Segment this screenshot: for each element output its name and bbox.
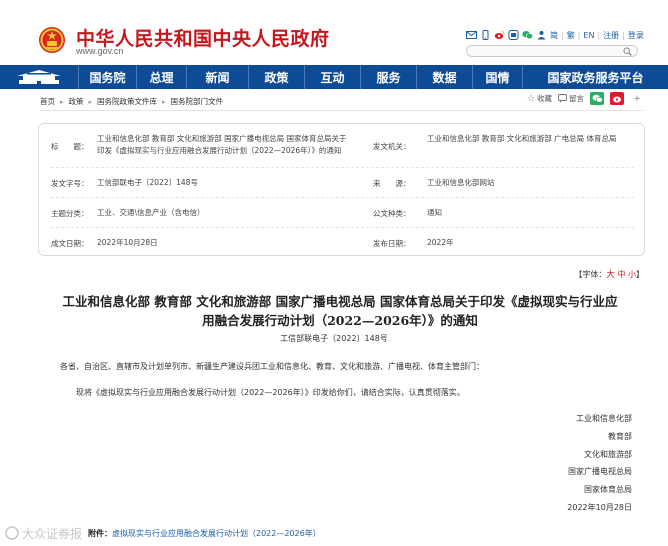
font-size-end: 】	[636, 270, 644, 279]
docno-label: 发文字号：	[51, 179, 89, 188]
separator: |	[597, 30, 601, 40]
watermark-text: 大众证券报	[22, 526, 82, 541]
nav-state-council[interactable]: 国务院	[78, 65, 136, 89]
info-row-title: 标 题： 工业和信息化部 教育部 文化和旅游部 国家广播电视总局 国家体育总局关…	[51, 124, 634, 168]
doctype-label: 公文种类：	[373, 209, 411, 218]
search-icon[interactable]	[623, 47, 632, 56]
article-doc-number: 工信部联电子〔2022〕148号	[280, 334, 388, 343]
nav-news[interactable]: 新闻	[186, 65, 248, 89]
breadcrumb-policy-library[interactable]: 国务院政策文件库	[97, 96, 157, 107]
search-input[interactable]	[473, 46, 613, 56]
info-row-topic: 主题分类： 工业、交通\信息产业（含电信） 公文种类： 通知	[51, 198, 634, 228]
comment-icon	[558, 94, 567, 103]
nav-national-conditions[interactable]: 国情	[472, 65, 522, 89]
plus-icon: +	[633, 93, 641, 104]
top-links: 简 | 繁 | EN | 注册 | 登录	[466, 28, 644, 42]
doctype-value: 通知	[427, 208, 442, 217]
separator: |	[561, 30, 564, 40]
article-title: 工业和信息化部 教育部 文化和旅游部 国家广播电视总局 国家体育总局关于印发《虚…	[62, 294, 618, 328]
published-date-label: 发布日期：	[373, 239, 411, 248]
simplified-link[interactable]: 简	[550, 30, 558, 41]
info-row-docno: 发文字号： 工信部联电子〔2022〕148号 来 源： 工业和信息化部网站	[51, 168, 634, 198]
search-box	[466, 45, 638, 57]
document-info-panel: 标 题： 工业和信息化部 教育部 文化和旅游部 国家广播电视总局 国家体育总局关…	[38, 123, 645, 256]
weibo-icon[interactable]	[494, 30, 505, 40]
divider	[40, 110, 643, 111]
breadcrumb: 首页 ▸ 政策 ▸ 国务院政策文件库 ▸ 国务院部门文件	[40, 96, 223, 107]
tiananmen-icon	[17, 70, 61, 84]
national-emblem-icon	[39, 27, 65, 53]
font-size-control: 【字体：大 中 小】	[574, 268, 644, 280]
issuer-label: 发文机关：	[373, 142, 411, 151]
breadcrumb-arrow-icon: ▸	[60, 97, 64, 106]
signature-mct: 文化和旅游部	[584, 450, 632, 459]
nav-interaction[interactable]: 互动	[304, 65, 360, 89]
signature-miit: 工业和信息化部	[576, 414, 632, 423]
breadcrumb-policy[interactable]: 政策	[69, 96, 84, 107]
attachment-link[interactable]: 虚拟现实与行业应用融合发展行动计划（2022—2026年）	[112, 529, 321, 538]
signature-date: 2022年10月28日	[567, 503, 632, 512]
mobile-icon[interactable]	[480, 30, 491, 40]
site-url: www.gov.cn	[76, 46, 124, 56]
login-link[interactable]: 登录	[628, 30, 644, 41]
article-recipients: 各省、自治区、直辖市及计划单列市、新疆生产建设兵团工业和信息化、教育、文化和旅游…	[60, 362, 484, 371]
nav-policy[interactable]: 政策	[248, 65, 304, 89]
site-header: 中华人民共和国中央人民政府 www.gov.cn 简 | 繁 | EN | 注册…	[0, 0, 668, 64]
signature-gas: 国家体育总局	[584, 485, 632, 494]
breadcrumb-department-docs[interactable]: 国务院部门文件	[171, 96, 224, 107]
article-body: 现将《虚拟现实与行业应用融合发展行动计划（2022—2026年）》印发给你们，请…	[76, 388, 465, 397]
published-date-value: 2022年	[427, 238, 454, 247]
topic-value: 工业、交通\信息产业（含电信）	[97, 208, 205, 217]
topic-label: 主题分类：	[51, 209, 89, 218]
nav-data[interactable]: 数据	[416, 65, 472, 89]
font-size-label: 【字体：	[574, 270, 607, 279]
font-size-small[interactable]: 小	[628, 270, 636, 279]
star-icon: ☆	[526, 93, 535, 104]
written-date-label: 成文日期：	[51, 239, 89, 248]
source-value: 工业和信息化部网站	[427, 178, 495, 187]
nav-service[interactable]: 服务	[360, 65, 416, 89]
separator: |	[622, 30, 625, 40]
app-icon[interactable]	[508, 30, 519, 40]
signature-moe: 教育部	[608, 432, 632, 441]
docno-value: 工信部联电子〔2022〕148号	[97, 178, 198, 187]
weibo-icon	[612, 96, 621, 103]
english-link[interactable]: EN	[583, 31, 594, 40]
breadcrumb-arrow-icon: ▸	[88, 97, 93, 106]
nav-home[interactable]	[0, 65, 78, 89]
breadcrumb-home[interactable]: 首页	[40, 96, 55, 107]
favorite-label: 收藏	[537, 94, 552, 103]
register-link[interactable]: 注册	[603, 30, 619, 41]
written-date-value: 2022年10月28日	[97, 238, 158, 247]
article-tools: ☆ 收藏 留言 +	[527, 92, 644, 105]
info-row-dates: 成文日期： 2022年10月28日 发布日期： 2022年	[51, 228, 634, 256]
source-label: 来 源：	[373, 179, 411, 188]
breadcrumb-arrow-icon: ▸	[162, 97, 166, 106]
nav-gov-service-platform[interactable]: 国家政务服务平台	[522, 65, 668, 89]
comment-button[interactable]: 留言	[558, 93, 584, 104]
comment-label: 留言	[569, 94, 584, 103]
separator: |	[577, 30, 581, 40]
people-icon[interactable]	[536, 30, 547, 40]
signature-nrta: 国家广播电视总局	[568, 467, 632, 476]
font-size-large[interactable]: 大	[606, 270, 615, 280]
title-value: 工业和信息化部 教育部 文化和旅游部 国家广播电视总局 国家体育总局关于印发《虚…	[97, 134, 347, 155]
title-label: 标 题：	[51, 142, 89, 151]
nav-premier[interactable]: 总理	[136, 65, 186, 89]
share-wechat-button[interactable]	[590, 92, 604, 105]
more-share-button[interactable]: +	[630, 92, 644, 105]
share-weibo-button[interactable]	[610, 92, 624, 105]
mail-icon[interactable]	[466, 30, 477, 40]
main-nav: 国务院 总理 新闻 政策 互动 服务 数据 国情 国家政务服务平台	[0, 65, 668, 89]
traditional-link[interactable]: 繁	[567, 30, 575, 41]
wechat-icon	[592, 94, 603, 103]
attachment: 附件：虚拟现实与行业应用融合发展行动计划（2022—2026年）	[88, 528, 321, 539]
watermark-logo: 大众证券报	[5, 526, 82, 541]
issuer-value: 工业和信息化部 教育部 文化和旅游部 广电总局 体育总局	[427, 134, 617, 143]
wechat-icon[interactable]	[522, 30, 533, 40]
favorite-button[interactable]: ☆ 收藏	[527, 93, 552, 104]
